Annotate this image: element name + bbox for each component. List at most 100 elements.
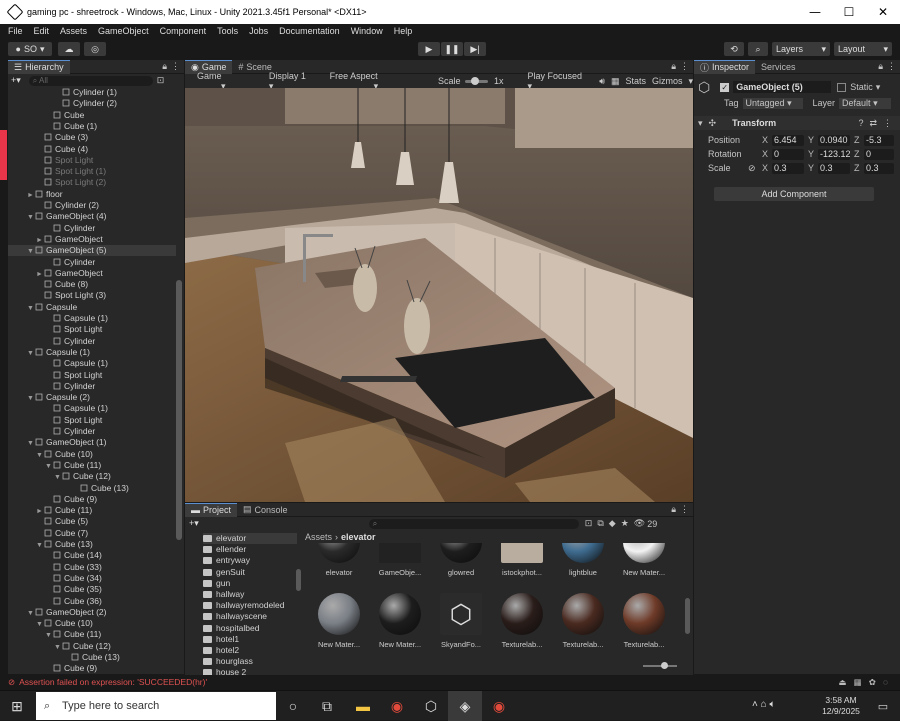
hierarchy-item[interactable]: Cube <box>8 110 176 121</box>
scale-y-field[interactable]: 0.3 <box>818 162 850 174</box>
tab-hierarchy[interactable]: ☰ Hierarchy <box>8 59 70 74</box>
collab-status-icon[interactable]: ▦ <box>854 677 862 687</box>
chevron-down-icon[interactable]: ▾ <box>688 76 693 87</box>
more-icon[interactable]: ⋮ <box>171 61 180 72</box>
hierarchy-item[interactable]: Cube (9) <box>8 663 176 674</box>
slider-handle[interactable] <box>470 76 479 85</box>
hierarchy-item[interactable]: ▼ Cube (12) <box>8 471 176 482</box>
rotation-z-field[interactable]: 0 <box>864 148 894 160</box>
task-view-button[interactable]: ⧉ <box>310 691 344 721</box>
sync-icon[interactable]: ◌ <box>883 677 888 687</box>
notifications-button[interactable]: ▭ <box>866 691 900 721</box>
cortana-button[interactable]: ○ <box>276 691 310 721</box>
unity-hub-button[interactable]: ⬡ <box>414 691 448 721</box>
hierarchy-item[interactable]: ► Cube (11) <box>8 505 176 516</box>
icon-size-slider[interactable] <box>643 662 677 669</box>
favorite-icon[interactable]: ★ <box>621 518 629 529</box>
menu-gameobject[interactable]: GameObject <box>98 26 149 36</box>
hierarchy-item[interactable]: Cube (8) <box>8 279 176 290</box>
search-by-label-icon[interactable]: ⧉ <box>597 518 603 529</box>
link-icon[interactable]: ⊘ <box>748 163 762 174</box>
breadcrumb-assets[interactable]: Assets <box>305 532 332 542</box>
hierarchy-item[interactable]: ▼ GameObject (1) <box>8 437 176 448</box>
static-checkbox[interactable] <box>837 82 847 92</box>
hierarchy-item[interactable]: Capsule (1) <box>8 358 176 369</box>
gamepad-icon[interactable]: ▦ <box>611 76 620 87</box>
taskbar-clock[interactable]: 3:58 AM 12/9/2025 <box>820 695 862 717</box>
layers-dropdown[interactable]: Layers ▾ <box>772 42 830 56</box>
hierarchy-item[interactable]: Cylinder (1) <box>8 87 176 98</box>
folder-item[interactable]: gun <box>203 578 230 589</box>
file-explorer-button[interactable]: ▬ <box>346 691 380 721</box>
menu-help[interactable]: Help <box>394 26 413 36</box>
hierarchy-item[interactable]: Cube (14) <box>8 550 176 561</box>
folder-scrollbar[interactable] <box>296 569 301 591</box>
menu-edit[interactable]: Edit <box>34 26 50 36</box>
position-x-field[interactable]: 6.454 <box>772 134 804 146</box>
folder-item[interactable]: entryway <box>203 555 250 566</box>
hierarchy-item[interactable]: ▼ Capsule (1) <box>8 347 176 358</box>
network-icon[interactable]: ⌂ <box>761 699 767 710</box>
search-by-type-icon[interactable]: ⊡ <box>585 518 593 529</box>
folder-item[interactable]: hotel1 <box>203 634 239 645</box>
asset-item[interactable]: GameObje... <box>372 543 428 581</box>
menu-window[interactable]: Window <box>351 26 383 36</box>
hierarchy-item[interactable]: Cylinder <box>8 257 176 268</box>
mute-audio-icon[interactable]: 🔊︎ <box>599 76 605 87</box>
asset-item[interactable]: New Mater... <box>372 593 428 653</box>
hierarchy-scrollbar[interactable] <box>176 280 182 540</box>
hierarchy-item[interactable]: ▼ Cube (10) <box>8 618 176 629</box>
history-button[interactable]: ⟲ <box>724 42 744 56</box>
account-dropdown[interactable]: ● SO ▾ <box>8 42 52 56</box>
step-button[interactable]: ▶| <box>464 42 486 56</box>
chrome-button-2[interactable]: ◉ <box>482 691 516 721</box>
asset-item[interactable]: Texturelab... <box>555 593 611 653</box>
scale-x-field[interactable]: 0.3 <box>772 162 804 174</box>
hierarchy-item[interactable]: Spot Light <box>8 324 176 335</box>
asset-item[interactable]: Texturelab... <box>616 593 672 653</box>
hierarchy-item[interactable]: ▼ Cube (11) <box>8 460 176 471</box>
debug-icon[interactable]: ✿ <box>869 677 876 687</box>
hierarchy-item[interactable]: Spot Light (2) <box>8 177 176 188</box>
hierarchy-item[interactable]: Spot Light <box>8 155 176 166</box>
pause-button[interactable]: ❚❚ <box>441 42 463 56</box>
layer-dropdown[interactable]: Default ▾ <box>839 97 892 109</box>
hierarchy-item[interactable]: Cylinder <box>8 223 176 234</box>
hierarchy-item[interactable]: Spot Light (1) <box>8 166 176 177</box>
hierarchy-item[interactable]: Spot Light (3) <box>8 290 176 301</box>
taskbar-search-box[interactable]: ⌕ Type here to search <box>36 692 276 720</box>
cloud-button[interactable]: ☁ <box>58 42 80 56</box>
folder-item[interactable]: hallway <box>203 589 244 600</box>
position-y-field[interactable]: 0.0940 <box>818 134 850 146</box>
collab-button[interactable]: ◎ <box>84 42 106 56</box>
layout-dropdown[interactable]: Layout ▾ <box>834 42 892 56</box>
hierarchy-item[interactable]: Spot Light <box>8 370 176 381</box>
windows-start-button[interactable]: ⊞ <box>0 691 34 721</box>
hierarchy-item[interactable]: ► GameObject <box>8 234 176 245</box>
slider-handle[interactable] <box>661 662 668 669</box>
asset-item[interactable]: elevator <box>311 543 367 581</box>
hierarchy-item[interactable]: ▼ Capsule <box>8 302 176 313</box>
tab-inspector[interactable]: ⓘ Inspector <box>694 59 756 74</box>
scene-filter-icon[interactable]: ⊡ <box>157 75 165 86</box>
position-z-field[interactable]: -5.3 <box>864 134 894 146</box>
project-search-input[interactable]: ⌕ <box>368 518 579 529</box>
hierarchy-item[interactable]: Cylinder (2) <box>8 200 176 211</box>
object-name-field[interactable]: GameObject (5) <box>733 81 832 93</box>
asset-item[interactable]: glowred <box>433 543 489 581</box>
hierarchy-item[interactable]: ▼ GameObject (4) <box>8 211 176 222</box>
gizmos-button[interactable]: Gizmos <box>652 76 683 86</box>
lock-icon[interactable]: 🔒︎ <box>671 61 676 72</box>
hierarchy-item[interactable]: Cube (34) <box>8 573 176 584</box>
progress-icon[interactable]: ⏏ <box>838 677 846 687</box>
asset-item[interactable]: lightblue <box>555 543 611 581</box>
tab-project[interactable]: ▬ Project <box>185 502 238 517</box>
hierarchy-item[interactable]: Capsule (1) <box>8 313 176 324</box>
transform-header[interactable]: ▾ ✣ Transform ? ⇄ ⋮ <box>694 116 900 130</box>
hierarchy-item[interactable]: Cube (36) <box>8 596 176 607</box>
stats-button[interactable]: Stats <box>625 76 646 86</box>
hierarchy-item[interactable]: ▼ GameObject (2) <box>8 607 176 618</box>
folder-item[interactable]: ellender <box>203 544 246 555</box>
lock-icon[interactable]: 🔒︎ <box>671 504 676 515</box>
menu-jobs[interactable]: Jobs <box>249 26 268 36</box>
